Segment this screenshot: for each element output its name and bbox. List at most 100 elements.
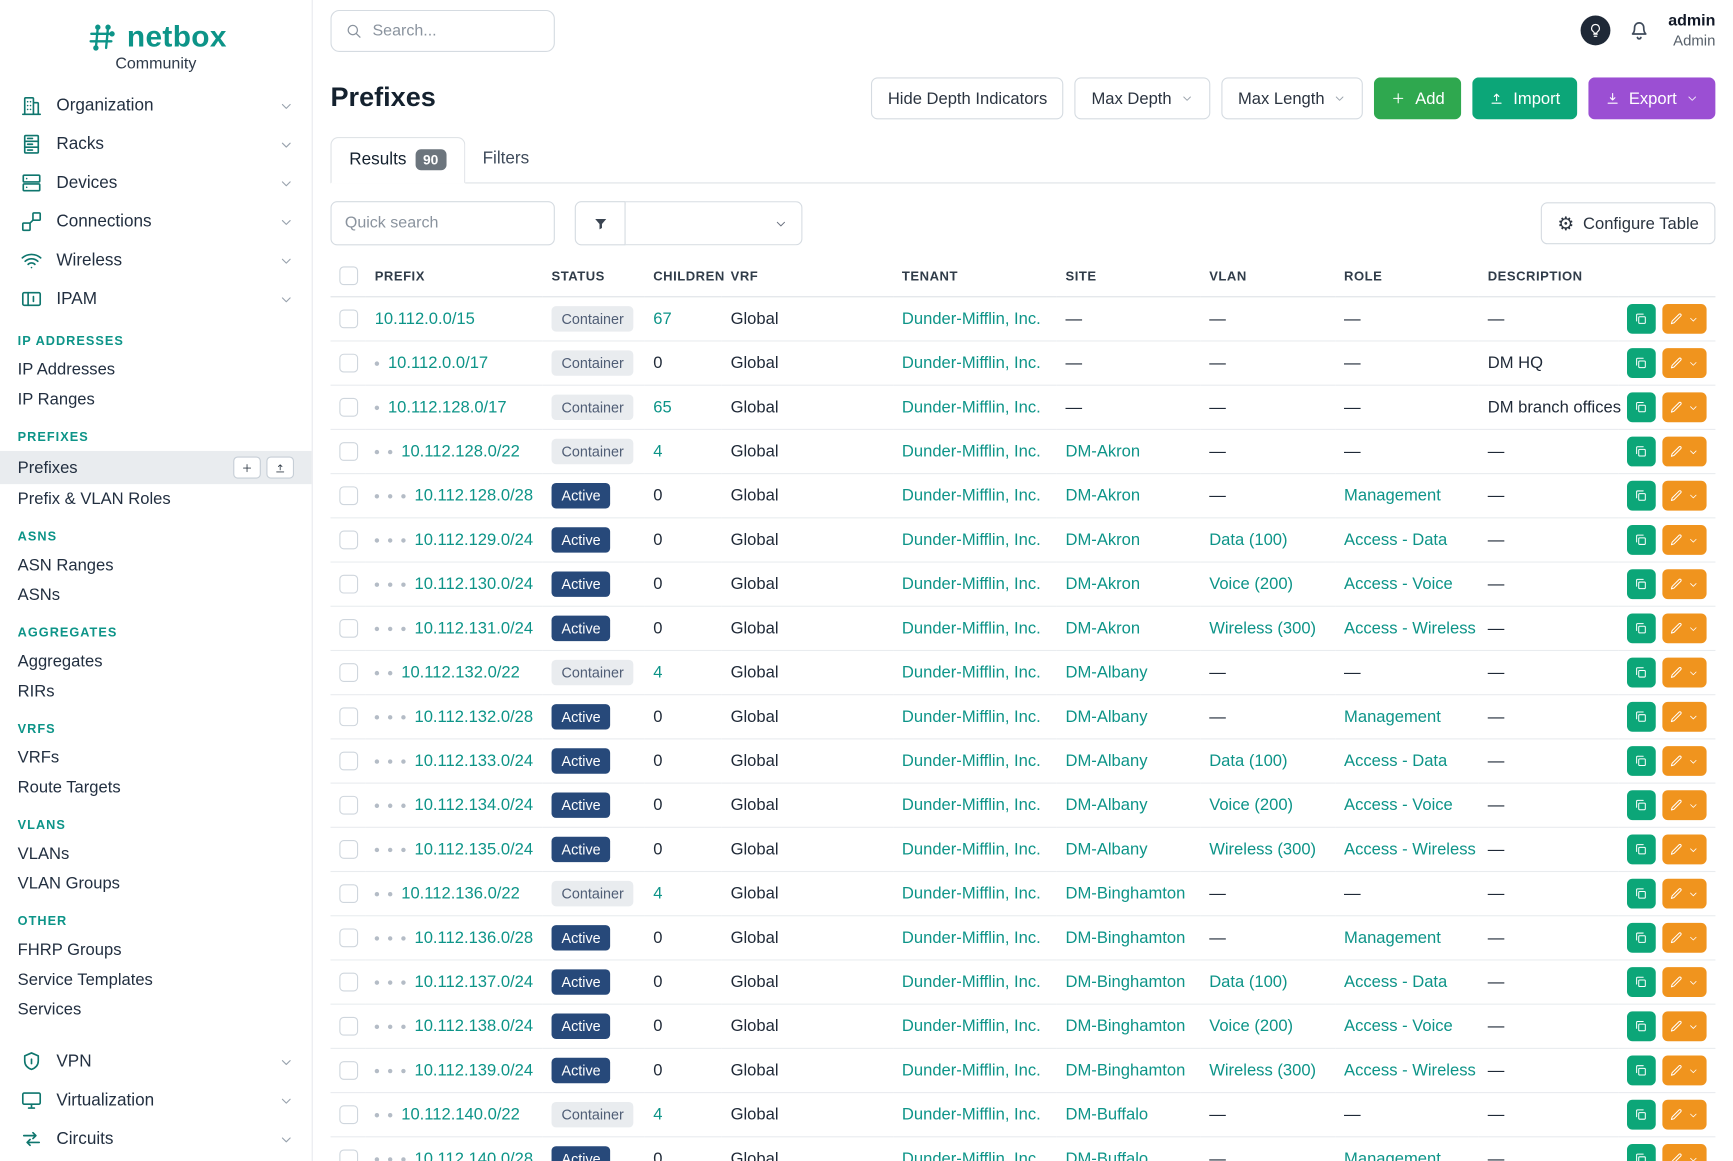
prefix-link[interactable]: 10.112.139.0/24 [414, 1061, 533, 1080]
notifications-button[interactable] [1627, 19, 1651, 43]
sidebar-item-fhrp-groups[interactable]: FHRP Groups [0, 935, 312, 965]
sidebar-item-organization[interactable]: Organization [0, 86, 312, 125]
sidebar-item-vrfs[interactable]: VRFs [0, 743, 312, 773]
prefix-link[interactable]: 10.112.0.0/15 [375, 309, 475, 328]
sidebar-item-vpn[interactable]: VPN [0, 1042, 312, 1081]
prefix-link[interactable]: 10.112.131.0/24 [414, 619, 533, 638]
clone-button[interactable] [1627, 1011, 1656, 1041]
row-checkbox[interactable] [339, 928, 358, 947]
edit-button[interactable] [1662, 348, 1706, 378]
clone-button[interactable] [1627, 348, 1656, 378]
sidebar-item-asn-ranges[interactable]: ASN Ranges [0, 550, 312, 580]
configure-table-button[interactable]: ⚙ Configure Table [1541, 202, 1716, 244]
prefix-link[interactable]: 10.112.128.0/22 [401, 442, 520, 461]
hide-depth-indicators-button[interactable]: Hide Depth Indicators [871, 77, 1064, 119]
column-header-site[interactable]: SITE [1057, 254, 1201, 297]
clone-button[interactable] [1627, 790, 1656, 820]
clone-button[interactable] [1627, 658, 1656, 688]
prefix-link[interactable]: 10.112.136.0/28 [414, 928, 533, 947]
edit-button[interactable] [1662, 967, 1706, 997]
prefix-link[interactable]: 10.112.136.0/22 [401, 884, 520, 903]
prefix-link[interactable]: 10.112.135.0/24 [414, 840, 533, 859]
clone-button[interactable] [1627, 1144, 1656, 1161]
sidebar-item-service-templates[interactable]: Service Templates [0, 965, 312, 995]
row-checkbox[interactable] [339, 442, 358, 461]
clone-button[interactable] [1627, 1056, 1656, 1086]
prefix-link[interactable]: 10.112.129.0/24 [414, 531, 533, 550]
prefix-link[interactable]: 10.112.132.0/28 [414, 707, 533, 726]
edit-button[interactable] [1662, 481, 1706, 511]
saved-filter-select[interactable] [626, 201, 803, 245]
edit-button[interactable] [1662, 835, 1706, 865]
row-checkbox[interactable] [339, 1061, 358, 1080]
row-checkbox[interactable] [339, 354, 358, 373]
edit-button[interactable] [1662, 702, 1706, 732]
children-count[interactable]: 67 [653, 309, 671, 328]
prefixes-quick-add-button[interactable] [233, 456, 261, 478]
edit-button[interactable] [1662, 790, 1706, 820]
sidebar-item-racks[interactable]: Racks [0, 125, 312, 164]
prefix-link[interactable]: 10.112.137.0/24 [414, 973, 533, 992]
column-header-children[interactable]: CHILDREN [644, 254, 721, 297]
prefix-link[interactable]: 10.112.128.0/28 [414, 486, 533, 505]
row-checkbox[interactable] [339, 752, 358, 771]
column-header-status[interactable]: STATUS [543, 254, 645, 297]
tab-results[interactable]: Results 90 [330, 137, 464, 183]
prefix-link[interactable]: 10.112.128.0/17 [388, 398, 507, 417]
prefix-link[interactable]: 10.112.133.0/24 [414, 752, 533, 771]
column-header-tenant[interactable]: TENANT [893, 254, 1057, 297]
edit-button[interactable] [1662, 746, 1706, 776]
sidebar-item-virtualization[interactable]: Virtualization [0, 1081, 312, 1120]
sidebar-item-rirs[interactable]: RIRs [0, 676, 312, 706]
quick-search-input[interactable] [330, 201, 554, 245]
edit-button[interactable] [1662, 658, 1706, 688]
row-checkbox[interactable] [339, 663, 358, 682]
clone-button[interactable] [1627, 1100, 1656, 1130]
clone-button[interactable] [1627, 967, 1656, 997]
row-checkbox[interactable] [339, 884, 358, 903]
prefix-link[interactable]: 10.112.140.0/28 [414, 1150, 533, 1161]
prefix-link[interactable]: 10.112.132.0/22 [401, 663, 520, 682]
edit-button[interactable] [1662, 1144, 1706, 1161]
clone-button[interactable] [1627, 304, 1656, 334]
children-count[interactable]: 4 [653, 884, 662, 903]
children-count[interactable]: 4 [653, 442, 662, 461]
user-menu[interactable]: admin Admin [1668, 12, 1715, 49]
sidebar-item-wireless[interactable]: Wireless [0, 241, 312, 280]
sidebar-item-services[interactable]: Services [0, 995, 312, 1025]
column-header-role[interactable]: ROLE [1335, 254, 1479, 297]
prefixes-quick-import-button[interactable] [266, 456, 294, 478]
edit-button[interactable] [1662, 437, 1706, 467]
clone-button[interactable] [1627, 437, 1656, 467]
edit-button[interactable] [1662, 879, 1706, 909]
sidebar-item-circuits[interactable]: Circuits [0, 1120, 312, 1159]
import-button[interactable]: Import [1472, 77, 1576, 119]
sidebar-item-ip-addresses[interactable]: IP Addresses [0, 355, 312, 385]
prefix-link[interactable]: 10.112.134.0/24 [414, 796, 533, 815]
row-checkbox[interactable] [339, 1017, 358, 1036]
edit-button[interactable] [1662, 304, 1706, 334]
column-header-vlan[interactable]: VLAN [1200, 254, 1335, 297]
sidebar-item-aggregates[interactable]: Aggregates [0, 647, 312, 677]
column-header-description[interactable]: DESCRIPTION [1479, 254, 1618, 297]
row-checkbox[interactable] [339, 796, 358, 815]
column-header-vrf[interactable]: VRF [722, 254, 893, 297]
add-button[interactable]: Add [1374, 77, 1461, 119]
clone-button[interactable] [1627, 392, 1656, 422]
edit-button[interactable] [1662, 525, 1706, 555]
sidebar-item-prefixes[interactable]: Prefixes [0, 451, 312, 484]
row-checkbox[interactable] [339, 1150, 358, 1161]
clone-button[interactable] [1627, 879, 1656, 909]
row-checkbox[interactable] [339, 398, 358, 417]
row-checkbox[interactable] [339, 575, 358, 594]
row-checkbox[interactable] [339, 531, 358, 550]
sidebar-item-asns[interactable]: ASNs [0, 580, 312, 610]
max-depth-dropdown[interactable]: Max Depth [1075, 77, 1210, 119]
children-count[interactable]: 4 [653, 1105, 662, 1124]
select-all-checkbox[interactable] [339, 266, 358, 285]
edit-button[interactable] [1662, 569, 1706, 599]
filter-button[interactable] [575, 201, 626, 245]
sidebar-item-ip-ranges[interactable]: IP Ranges [0, 385, 312, 415]
row-checkbox[interactable] [339, 1105, 358, 1124]
clone-button[interactable] [1627, 481, 1656, 511]
